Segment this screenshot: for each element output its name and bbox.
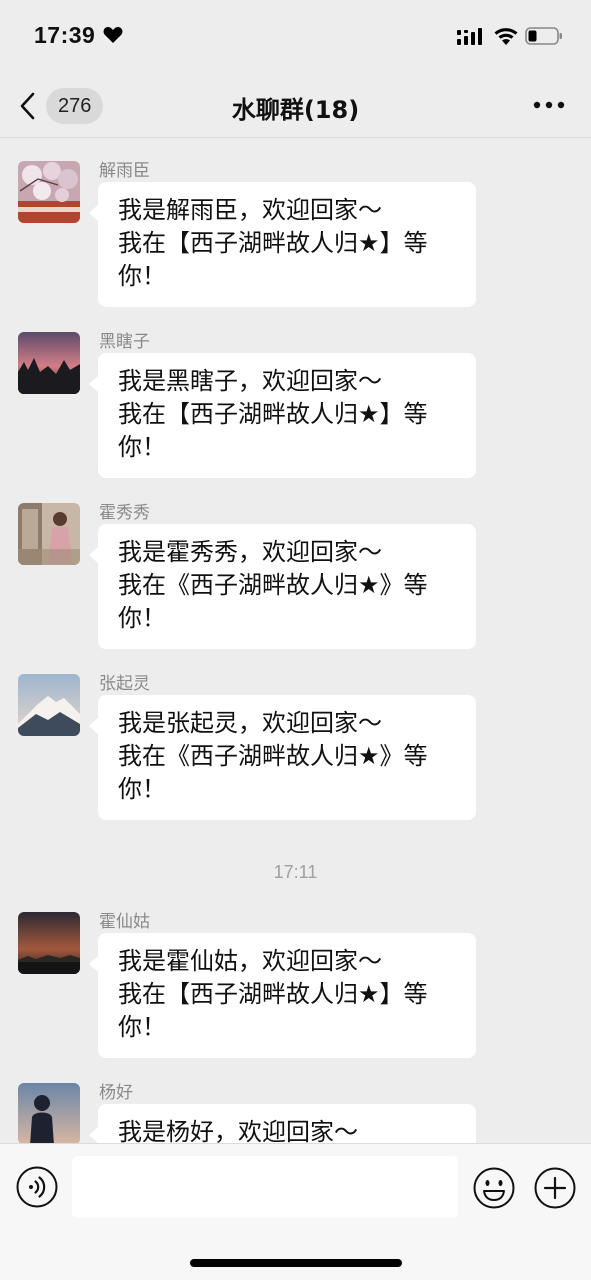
message-text-line: 你！ [118,262,166,290]
sender-name: 张起灵 [99,674,150,694]
chat-title: 水聊群(18) [231,96,360,124]
message-text-line: 我是霍仙姑，欢迎回家～ [118,947,382,975]
message-input[interactable] [72,1156,458,1218]
message-text-line: 你！ [118,433,166,461]
wifi-icon [494,28,518,45]
avatar[interactable] [18,674,80,736]
message-text-line: 我是张起灵，欢迎回家～ [118,709,382,737]
sender-name: 解雨臣 [99,161,150,181]
message-bubble[interactable]: 我是霍秀秀，欢迎回家～ 我在《西子湖畔故人归★》等 你！ [89,524,476,649]
message-text-line: 你！ [118,604,166,632]
voice-icon[interactable] [16,1166,58,1208]
emoji-icon[interactable] [472,1166,516,1210]
message-text-line: 我是黑瞎子，欢迎回家～ [118,367,382,395]
message-text-line: 我在【西子湖畔故人归★】等 [118,229,428,257]
signal-icon [457,28,482,45]
message-bubble[interactable]: 我是霍仙姑，欢迎回家～ 我在【西子湖畔故人归★】等 你！ [89,933,476,1058]
sender-name: 黑瞎子 [99,332,150,352]
message-bubble[interactable]: 我是黑瞎子，欢迎回家～ 我在【西子湖畔故人归★】等 你！ [89,353,476,478]
message-bubble[interactable]: 我是解雨臣，欢迎回家～ 我在【西子湖畔故人归★】等 你！ [89,182,476,307]
message-list[interactable]: 解雨臣 我是解雨臣，欢迎回家～ 我在【西子湖畔故人归★】等 你！ 黑瞎子 我是黑… [0,139,591,1143]
message-text-line: 你！ [118,775,166,803]
avatar[interactable] [18,332,80,394]
status-bar: 17:39 [0,0,591,76]
plus-icon[interactable] [533,1166,577,1210]
battery-icon [525,27,562,45]
sender-name: 杨好 [99,1083,133,1103]
avatar[interactable] [18,1083,80,1143]
message-text-line: 我在《西子湖畔故人归★》等 [118,571,428,599]
avatar[interactable] [18,503,80,565]
chat-screen: 17:39 276 水聊群(18) 解雨臣 我是解雨臣，欢迎回家～ 我在【西子湖… [0,0,591,1280]
more-icon[interactable] [529,90,569,120]
heart-icon [103,27,123,43]
message-text-line: 我在【西子湖畔故人归★】等 [118,400,428,428]
sender-name: 霍秀秀 [99,503,150,523]
message-text-line: 我在《西子湖畔故人归★》等 [118,742,428,770]
message-text-line: 我是霍秀秀，欢迎回家～ [118,538,382,566]
message-bubble[interactable]: 我是张起灵，欢迎回家～ 我在《西子湖畔故人归★》等 你！ [89,695,476,820]
sender-name: 霍仙姑 [99,912,150,932]
message-text-line: 我是解雨臣，欢迎回家～ [118,196,382,224]
message-text-line: 我在【西子湖畔故人归★】等 [118,980,428,1008]
message-bubble[interactable]: 我是杨好，欢迎回家～ [89,1104,476,1143]
chat-timestamp: 17:11 [273,862,318,882]
status-time: 17:39 [34,22,96,48]
avatar[interactable] [18,161,80,223]
avatar[interactable] [18,912,80,974]
message-text-line: 你！ [118,1013,166,1041]
message-text-line: 我是杨好，欢迎回家～ [118,1118,358,1143]
nav-bar: 276 水聊群(18) [0,76,591,138]
home-indicator[interactable] [190,1259,402,1267]
